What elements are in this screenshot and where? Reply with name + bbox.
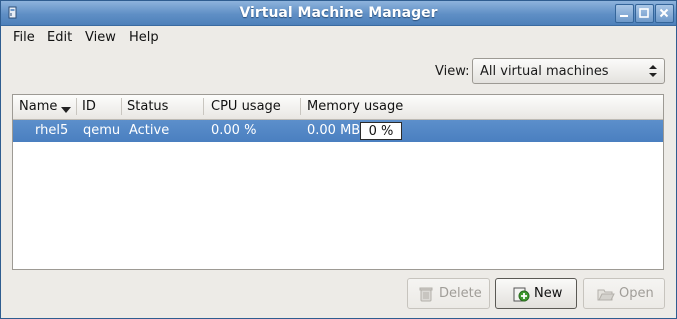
sort-descending-icon xyxy=(61,103,71,118)
open-button-label: Open xyxy=(619,286,654,301)
vm-name: rhel5 xyxy=(35,123,69,138)
folder-open-icon xyxy=(597,286,615,306)
column-id[interactable]: ID xyxy=(82,99,96,114)
new-vm-icon xyxy=(513,286,530,307)
column-cpu-usage[interactable]: CPU usage xyxy=(211,99,281,114)
view-filter-dropdown[interactable]: All virtual machines xyxy=(472,58,665,84)
menu-view[interactable]: View xyxy=(85,30,116,45)
column-name[interactable]: Name xyxy=(19,99,57,114)
trash-icon xyxy=(418,286,434,306)
menu-file[interactable]: File xyxy=(13,30,35,45)
column-separator[interactable] xyxy=(121,98,122,115)
vm-id: qemu xyxy=(83,123,121,138)
new-button-label: New xyxy=(534,286,563,301)
delete-button-label: Delete xyxy=(439,286,482,301)
title-bar[interactable]: Virtual Machine Manager xyxy=(1,1,676,26)
view-filter-selected: All virtual machines xyxy=(480,64,609,79)
column-status[interactable]: Status xyxy=(127,99,168,114)
vm-status: Active xyxy=(129,123,170,138)
maximize-icon xyxy=(639,8,649,18)
menu-bar: File Edit View Help xyxy=(1,26,676,48)
window-title: Virtual Machine Manager xyxy=(239,5,438,21)
vm-memory-value: 0.00 MB xyxy=(307,123,361,138)
vm-list[interactable]: Name ID Status CPU usage Memory usage rh… xyxy=(12,94,664,270)
memory-usage-bar: 0 % xyxy=(360,122,402,140)
vm-cpu-usage: 0.00 % xyxy=(211,123,257,138)
memory-usage-percent: 0 % xyxy=(368,124,394,139)
column-memory-usage[interactable]: Memory usage xyxy=(307,99,403,114)
maximize-button[interactable] xyxy=(635,4,654,23)
new-button[interactable]: New xyxy=(495,278,577,309)
column-separator[interactable] xyxy=(300,98,301,115)
vmm-window: Virtual Machine Manager File Edit View H… xyxy=(0,0,677,319)
view-filter-label: View: xyxy=(435,64,470,79)
menu-edit[interactable]: Edit xyxy=(47,30,72,45)
open-button[interactable]: Open xyxy=(583,278,665,309)
minimize-button[interactable] xyxy=(615,4,634,23)
column-separator[interactable] xyxy=(203,98,204,115)
vm-list-header: Name ID Status CPU usage Memory usage xyxy=(13,95,663,120)
minimize-icon xyxy=(620,15,628,17)
close-button[interactable] xyxy=(655,4,674,23)
close-icon xyxy=(659,8,669,18)
up-down-arrows-icon xyxy=(648,64,658,82)
vm-row[interactable]: rhel5 qemu Active 0.00 % 0.00 MB 0 % xyxy=(13,120,663,142)
column-separator[interactable] xyxy=(76,98,77,115)
delete-button[interactable]: Delete xyxy=(407,278,490,309)
menu-help[interactable]: Help xyxy=(129,30,159,45)
